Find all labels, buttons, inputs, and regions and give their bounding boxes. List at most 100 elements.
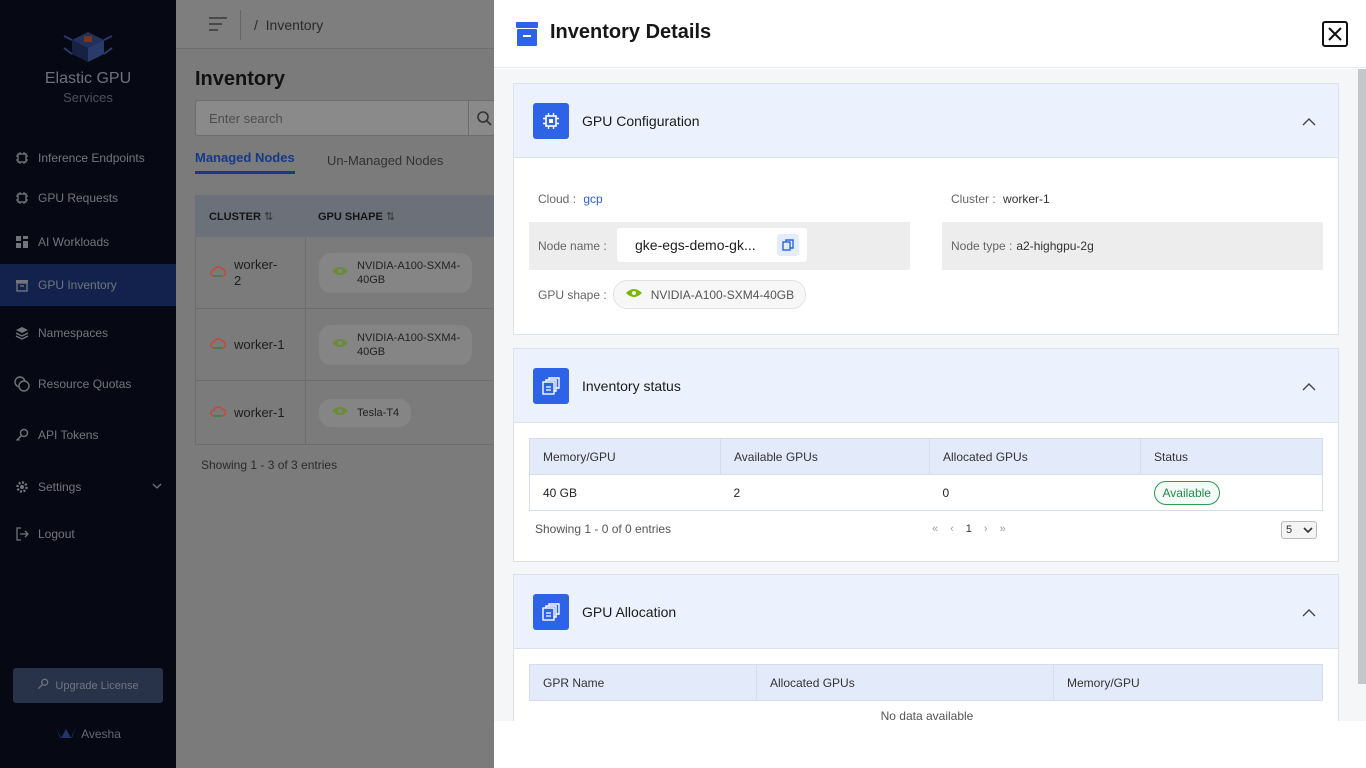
status-badge: Available	[1153, 480, 1220, 505]
gpu-allocation-panel: GPU Allocation GPR Name Allocated GPUs M…	[513, 574, 1339, 721]
first-page-button[interactable]: «	[932, 523, 938, 535]
gpu-shape-label: GPU shape :	[538, 287, 607, 302]
inventory-status-header[interactable]: Inventory status	[514, 349, 1338, 423]
breadcrumb-item[interactable]: Inventory	[266, 17, 324, 33]
chip-icon	[533, 103, 569, 139]
cluster-name: worker- 2	[234, 256, 278, 288]
node-name-field: Node name : gke-egs-demo-gk...	[529, 222, 910, 270]
cluster-name: worker-1	[234, 337, 285, 352]
search-icon	[477, 111, 492, 126]
upgrade-license-button[interactable]: Upgrade License	[13, 668, 163, 703]
brand-title: Elastic GPU	[44, 70, 132, 87]
status-showing-text: Showing 1 - 0 of 0 entries	[535, 522, 672, 536]
gpu-shape-label: NVIDIA-A100-SXM4- 40GB	[357, 331, 461, 358]
inventory-status-panel: Inventory status Memory/GPU Available GP…	[513, 348, 1339, 562]
sidebar-item-gpu-requests[interactable]: GPU Requests	[0, 176, 176, 220]
table-row[interactable]: worker-1 Tesla-T4	[195, 381, 495, 445]
chip-icon	[14, 190, 30, 206]
sidebar-item-label: Inference Endpoints	[38, 151, 145, 165]
gear-icon	[14, 479, 30, 495]
column-header-cluster[interactable]: CLUSTER ⇅	[195, 210, 305, 223]
sidebar-item-namespaces[interactable]: Namespaces	[0, 306, 176, 360]
archive-icon	[14, 277, 30, 293]
tab-unmanaged-nodes[interactable]: Un-Managed Nodes	[327, 153, 443, 168]
inventory-table: CLUSTER ⇅ GPU SHAPE ⇅ worker- 2 NVIDIA-A…	[195, 195, 495, 445]
gpu-allocation-header[interactable]: GPU Allocation	[514, 575, 1338, 649]
node-type-label: Node type :	[951, 239, 1013, 253]
allocated-gpus-cell: 0	[929, 474, 1141, 511]
page-size-value: 5	[1286, 524, 1293, 536]
panel-title: GPU Allocation	[582, 604, 677, 620]
prev-page-button[interactable]: ‹	[950, 523, 954, 535]
gcp-cloud-icon	[210, 337, 227, 352]
breadcrumb: / Inventory	[254, 17, 324, 33]
menu-icon[interactable]	[208, 16, 228, 35]
sidebar-item-label: GPU Requests	[38, 191, 119, 205]
sidebar-item-label: Resource Quotas	[38, 377, 132, 391]
node-name-label: Node name :	[538, 239, 607, 253]
panel-title: GPU Configuration	[582, 113, 700, 129]
close-button[interactable]	[1322, 21, 1348, 47]
copy-icon	[782, 239, 794, 251]
layers-icon	[14, 325, 30, 341]
page-size-select[interactable]: 5	[1281, 521, 1317, 539]
inventory-details-drawer: Inventory Details GPU Configuration Clou…	[494, 0, 1366, 768]
memory-cell: 40 GB	[529, 474, 721, 511]
gpu-shape-chip: NVIDIA-A100-SXM4- 40GB	[319, 324, 473, 365]
gpu-shape-chip: NVIDIA-A100-SXM4-40GB	[612, 280, 807, 309]
sidebar-item-api-tokens[interactable]: API Tokens	[0, 408, 176, 462]
next-page-button[interactable]: ›	[984, 523, 988, 535]
page-number[interactable]: 1	[966, 523, 972, 535]
gpu-shape-value: NVIDIA-A100-SXM4-40GB	[650, 287, 795, 302]
drawer-title: Inventory Details	[550, 21, 712, 43]
node-type-field-text: Node type : a2-highgpu-2g	[951, 239, 1094, 253]
inventory-status-table: Memory/GPU Available GPUs Allocated GPUs…	[529, 438, 1323, 511]
sidebar-item-gpu-inventory[interactable]: GPU Inventory	[0, 264, 176, 306]
column-header-allocated-gpus: Allocated GPUs	[756, 664, 1054, 701]
chip-gear-icon	[14, 150, 30, 166]
avesha-logo-icon	[55, 724, 77, 743]
nvidia-icon	[331, 405, 349, 421]
tab-managed-nodes[interactable]: Managed Nodes	[195, 150, 295, 174]
gpu-configuration-panel: GPU Configuration Cloud : gcp Cluster : …	[513, 83, 1339, 335]
gcp-cloud-icon	[210, 265, 227, 280]
cloud-value[interactable]: gcp	[583, 192, 602, 206]
drawer-scrollbar[interactable]	[1358, 69, 1366, 684]
empty-state-text: No data available	[880, 709, 974, 721]
chevron-up-icon[interactable]	[1302, 379, 1316, 394]
sidebar-item-resource-quotas[interactable]: Resource Quotas	[0, 360, 176, 408]
brand: Elastic GPU Services	[0, 28, 176, 105]
search-input[interactable]: Enter search	[195, 100, 495, 136]
sidebar-item-logout[interactable]: Logout	[0, 512, 176, 556]
sidebar-item-inference-endpoints[interactable]: Inference Endpoints	[0, 140, 176, 176]
chevron-up-icon[interactable]	[1302, 114, 1316, 129]
chevron-down-icon	[1303, 525, 1313, 538]
elastic-gpu-logo	[60, 28, 116, 68]
topbar-divider	[240, 10, 241, 40]
gpu-shape-label: Tesla-T4	[357, 406, 400, 419]
column-header-gpu-shape[interactable]: GPU SHAPE ⇅	[305, 210, 395, 223]
table-header-row: GPR Name Allocated GPUs Memory/GPU	[529, 664, 1323, 701]
sidebar-item-label: Logout	[38, 527, 75, 541]
archive-icon	[516, 22, 538, 49]
last-page-button[interactable]: »	[1000, 523, 1006, 535]
chevron-up-icon[interactable]	[1302, 605, 1316, 620]
cluster-label: Cluster :	[951, 192, 996, 206]
avesha-label: Avesha	[81, 726, 121, 741]
table-row[interactable]: worker- 2 NVIDIA-A100-SXM4- 40GB	[195, 237, 495, 309]
sidebar-item-settings[interactable]: Settings	[0, 462, 176, 512]
sidebar-item-label: Namespaces	[38, 326, 109, 340]
panel-title: Inventory status	[582, 378, 681, 394]
logout-icon	[14, 526, 30, 542]
sidebar-item-ai-workloads[interactable]: AI Workloads	[0, 220, 176, 264]
key-icon	[37, 678, 49, 693]
page-title: Inventory	[195, 68, 286, 90]
copy-button[interactable]	[777, 234, 799, 256]
table-showing-text: Showing 1 - 3 of 3 entries	[201, 458, 338, 472]
node-name-chip: gke-egs-demo-gk...	[617, 228, 807, 262]
available-gpus-cell: 2	[720, 474, 930, 511]
cluster-cell: worker- 2	[196, 237, 306, 308]
table-row[interactable]: worker-1 NVIDIA-A100-SXM4- 40GB	[195, 309, 495, 381]
gpu-configuration-header[interactable]: GPU Configuration	[514, 84, 1338, 158]
stack-icon	[533, 594, 569, 630]
